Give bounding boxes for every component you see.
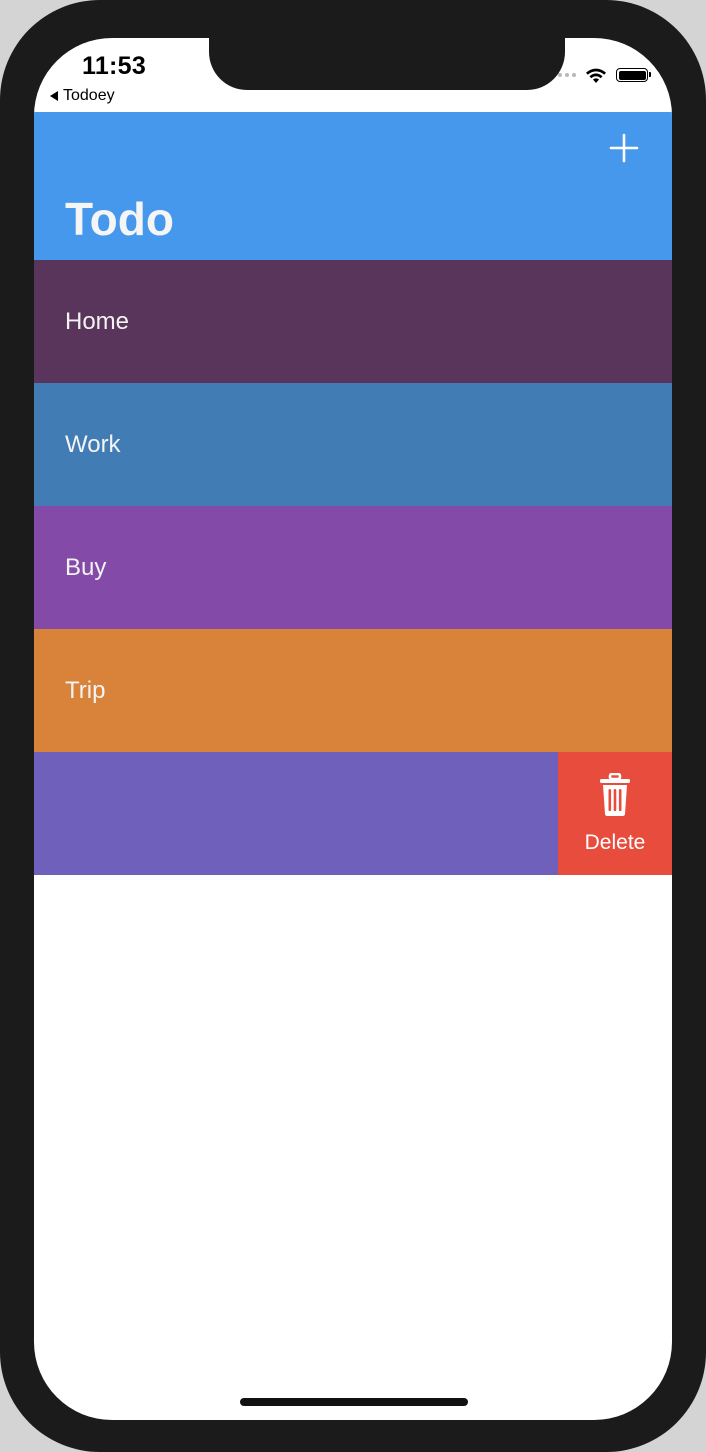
wifi-icon (586, 68, 606, 83)
delete-swipe-button[interactable]: Delete (558, 752, 672, 875)
category-label: Home (65, 307, 130, 335)
add-category-button[interactable] (606, 130, 642, 166)
category-label: Trip (65, 676, 106, 704)
category-row-swiped[interactable]: Delete (34, 752, 672, 875)
battery-icon (616, 68, 651, 82)
status-time: 11:53 (82, 52, 147, 80)
category-label: Buy (65, 553, 107, 581)
page-title: Todo (65, 193, 174, 245)
navigation-bar: Todo (34, 112, 672, 260)
back-app-label: Todoey (63, 87, 115, 104)
category-row-trip[interactable]: Trip (34, 629, 672, 752)
device-notch (209, 38, 565, 90)
home-indicator[interactable] (240, 1398, 468, 1406)
back-triangle-icon (50, 91, 58, 101)
category-row-home[interactable]: Home (34, 260, 672, 383)
device-frame: 11:53 Todoey Todo Home Work Buy Trip Del… (0, 0, 706, 1452)
category-list: Home Work Buy Trip Delete (34, 260, 672, 875)
plus-icon (609, 133, 639, 163)
app-screen: 11:53 Todoey Todo Home Work Buy Trip Del… (34, 38, 672, 1420)
trash-icon (600, 772, 630, 816)
delete-label: Delete (584, 830, 646, 854)
category-row-buy[interactable]: Buy (34, 506, 672, 629)
back-to-app-link[interactable]: Todoey (50, 87, 115, 105)
category-label: Work (65, 430, 121, 458)
status-indicators (551, 66, 651, 84)
category-row-work[interactable]: Work (34, 383, 672, 506)
